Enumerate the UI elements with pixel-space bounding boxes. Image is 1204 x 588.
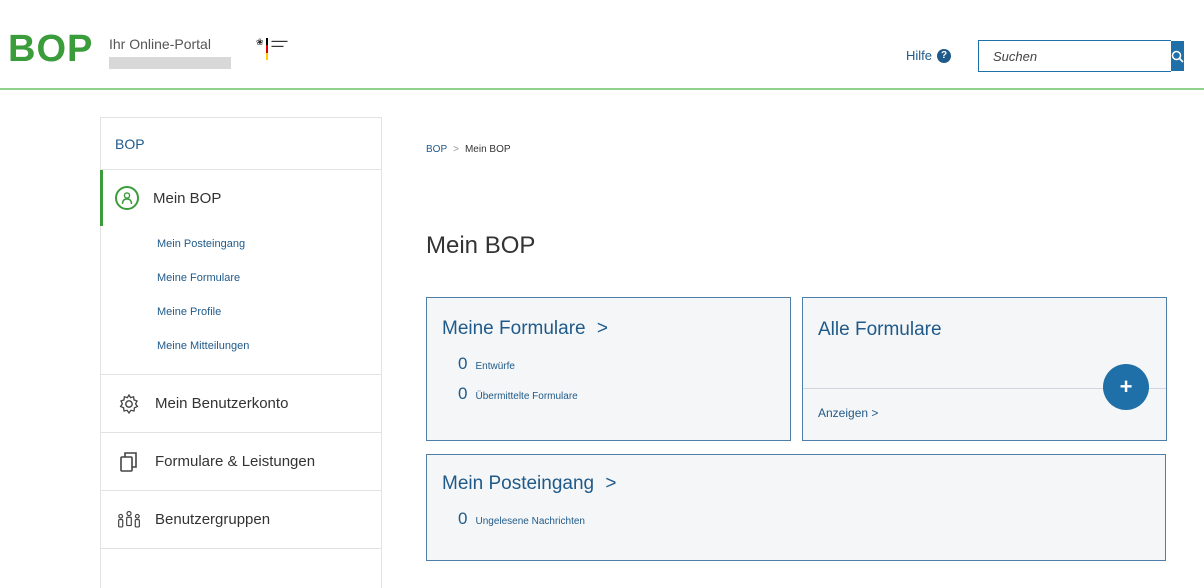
- question-icon: ?: [937, 48, 952, 63]
- search-icon: [1171, 50, 1184, 63]
- chevron-right-icon: >: [605, 473, 617, 494]
- sidebar-item-label: Mein Benutzerkonto: [155, 395, 289, 412]
- ministry-logo: ❀ ▬▬▬▬ ▬▬▬: [256, 38, 288, 60]
- card-title-meine-formulare[interactable]: Meine Formulare >: [442, 318, 775, 340]
- sidebar-item-mein-bop[interactable]: Mein BOP: [100, 170, 381, 226]
- card-meine-formulare: Meine Formulare > 0 Entwürfe 0 Übermitte…: [426, 297, 791, 441]
- breadcrumb-current: Mein BOP: [464, 144, 511, 155]
- stat-value: 0: [458, 354, 468, 373]
- sidebar-item-formulare-leistungen[interactable]: Formulare & Leistungen: [101, 433, 381, 491]
- breadcrumb: BOP > Mein BOP: [426, 144, 511, 155]
- eagle-icon: ❀: [256, 37, 264, 47]
- plus-icon: +: [1119, 374, 1133, 399]
- gear-icon: [117, 393, 141, 415]
- breadcrumb-bop[interactable]: BOP: [426, 144, 447, 155]
- card-title-mein-posteingang[interactable]: Mein Posteingang >: [442, 473, 1150, 495]
- user-group-icon: [117, 510, 141, 530]
- stat-label: Entwürfe: [475, 361, 515, 372]
- card-title-text: Meine Formulare: [442, 318, 586, 339]
- sidebar-item-label: Benutzergruppen: [155, 511, 271, 528]
- stat-label: Ungelesene Nachrichten: [475, 516, 585, 527]
- breadcrumb-separator: >: [453, 144, 459, 155]
- subnav-item-mitteilungen[interactable]: Meine Mitteilungen: [157, 338, 381, 358]
- portal-subtitle-redacted: [109, 57, 231, 69]
- ministry-logo-text: ▬▬▬▬ ▬▬▬: [271, 38, 288, 48]
- stat-entwuerfe: 0 Entwürfe: [458, 354, 775, 374]
- subnav-item-posteingang[interactable]: Mein Posteingang: [157, 236, 381, 270]
- stat-value: 0: [458, 509, 468, 528]
- sidebar-item-bop[interactable]: BOP: [101, 117, 381, 170]
- help-label: Hilfe: [906, 48, 933, 63]
- portal-title: Ihr Online-Portal: [109, 36, 211, 52]
- search-button[interactable]: [1171, 41, 1184, 71]
- add-formular-button[interactable]: +: [1103, 364, 1149, 410]
- help-link[interactable]: Hilfe ?: [906, 48, 952, 63]
- sidebar-subnav: Mein Posteingang Meine Formulare Meine P…: [101, 226, 381, 375]
- anzeigen-link[interactable]: Anzeigen >: [818, 406, 878, 420]
- sidebar-item-label: Mein BOP: [153, 189, 222, 207]
- bop-logo[interactable]: BOP: [8, 30, 93, 68]
- stat-ungelesene-nachrichten: 0 Ungelesene Nachrichten: [458, 509, 1150, 529]
- card-mein-posteingang: Mein Posteingang > 0 Ungelesene Nachrich…: [426, 454, 1166, 561]
- sidebar: BOP Mein BOP Mein Posteingang Meine Form…: [100, 117, 382, 588]
- user-icon: [115, 186, 139, 210]
- subnav-item-profile[interactable]: Meine Profile: [157, 304, 381, 338]
- search-input[interactable]: [979, 41, 1171, 71]
- page-title: Mein BOP: [426, 232, 536, 259]
- search-box: [978, 40, 1184, 72]
- card-title-alle-formulare: Alle Formulare: [818, 319, 942, 340]
- chevron-right-icon: >: [596, 318, 608, 339]
- sidebar-item-benutzergruppen[interactable]: Benutzergruppen: [101, 491, 381, 549]
- header: BOP Ihr Online-Portal ❀ ▬▬▬▬ ▬▬▬ Hilfe ?: [0, 0, 1204, 90]
- stat-label: Übermittelte Formulare: [475, 391, 578, 402]
- sidebar-item-label: Formulare & Leistungen: [155, 453, 316, 470]
- card-title-text: Mein Posteingang: [442, 473, 595, 494]
- sidebar-item-benutzerkonto[interactable]: Mein Benutzerkonto: [101, 375, 381, 433]
- german-flag-icon: [265, 38, 268, 60]
- subnav-item-formulare[interactable]: Meine Formulare: [157, 270, 381, 304]
- stat-value: 0: [458, 384, 468, 403]
- documents-icon: [117, 451, 141, 473]
- stat-uebermittelte-formulare: 0 Übermittelte Formulare: [458, 384, 775, 404]
- card-alle-formulare: Alle Formulare Anzeigen > +: [802, 297, 1167, 441]
